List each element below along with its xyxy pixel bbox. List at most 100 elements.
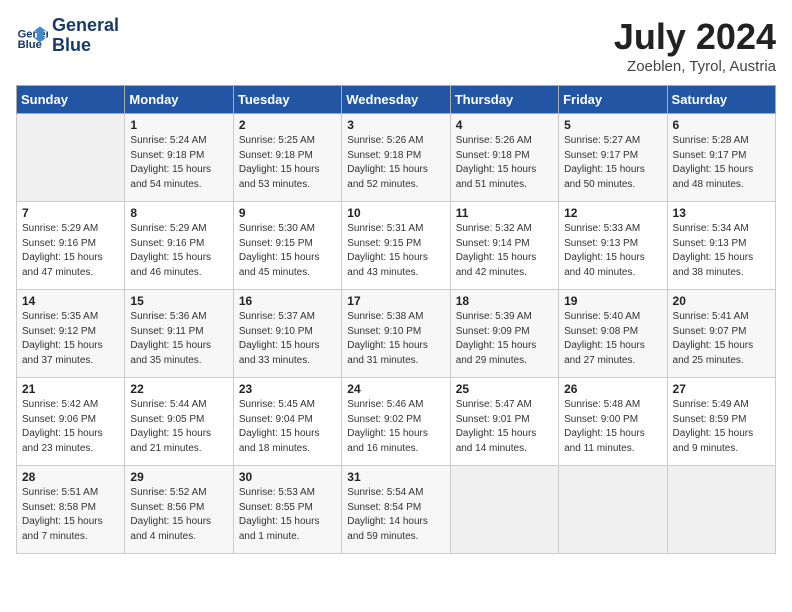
day-number: 2 xyxy=(239,118,336,132)
calendar-cell: 6 Sunrise: 5:28 AM Sunset: 9:17 PM Daylig… xyxy=(667,114,775,202)
calendar-header-row: SundayMondayTuesdayWednesdayThursdayFrid… xyxy=(17,86,776,114)
day-info: Sunrise: 5:31 AM Sunset: 9:15 PM Dayligh… xyxy=(347,222,444,280)
day-info: Sunrise: 5:38 AM Sunset: 9:10 PM Dayligh… xyxy=(347,310,444,368)
header-day-wednesday: Wednesday xyxy=(342,86,450,114)
day-info: Sunrise: 5:26 AM Sunset: 9:18 PM Dayligh… xyxy=(456,134,553,192)
calendar-cell: 20 Sunrise: 5:41 AM Sunset: 9:07 PM Dayli… xyxy=(667,290,775,378)
day-info: Sunrise: 5:29 AM Sunset: 9:16 PM Dayligh… xyxy=(130,222,227,280)
day-number: 6 xyxy=(673,118,770,132)
day-info: Sunrise: 5:26 AM Sunset: 9:18 PM Dayligh… xyxy=(347,134,444,192)
day-info: Sunrise: 5:48 AM Sunset: 9:00 PM Dayligh… xyxy=(564,398,661,456)
day-number: 12 xyxy=(564,206,661,220)
logo: General Blue General Blue xyxy=(16,16,119,56)
day-info: Sunrise: 5:25 AM Sunset: 9:18 PM Dayligh… xyxy=(239,134,336,192)
day-info: Sunrise: 5:42 AM Sunset: 9:06 PM Dayligh… xyxy=(22,398,119,456)
day-number: 18 xyxy=(456,294,553,308)
day-number: 30 xyxy=(239,470,336,484)
day-number: 11 xyxy=(456,206,553,220)
day-number: 23 xyxy=(239,382,336,396)
day-info: Sunrise: 5:34 AM Sunset: 9:13 PM Dayligh… xyxy=(673,222,770,280)
day-info: Sunrise: 5:29 AM Sunset: 9:16 PM Dayligh… xyxy=(22,222,119,280)
day-number: 14 xyxy=(22,294,119,308)
day-info: Sunrise: 5:32 AM Sunset: 9:14 PM Dayligh… xyxy=(456,222,553,280)
day-info: Sunrise: 5:54 AM Sunset: 8:54 PM Dayligh… xyxy=(347,486,444,544)
calendar-cell: 13 Sunrise: 5:34 AM Sunset: 9:13 PM Dayli… xyxy=(667,202,775,290)
day-info: Sunrise: 5:52 AM Sunset: 8:56 PM Dayligh… xyxy=(130,486,227,544)
calendar-body: 1 Sunrise: 5:24 AM Sunset: 9:18 PM Daylig… xyxy=(17,114,776,554)
day-info: Sunrise: 5:36 AM Sunset: 9:11 PM Dayligh… xyxy=(130,310,227,368)
calendar-week-4: 28Sunrise: 5:51 AM Sunset: 8:58 PM Dayli… xyxy=(17,466,776,554)
calendar-cell: 24Sunrise: 5:46 AM Sunset: 9:02 PM Dayli… xyxy=(342,378,450,466)
header-day-monday: Monday xyxy=(125,86,233,114)
calendar-cell: 5 Sunrise: 5:27 AM Sunset: 9:17 PM Daylig… xyxy=(559,114,667,202)
day-info: Sunrise: 5:28 AM Sunset: 9:17 PM Dayligh… xyxy=(673,134,770,192)
day-number: 8 xyxy=(130,206,227,220)
logo-text: General Blue xyxy=(52,16,119,56)
calendar-cell: 4 Sunrise: 5:26 AM Sunset: 9:18 PM Daylig… xyxy=(450,114,558,202)
title-block: July 2024 Zoeblen, Tyrol, Austria xyxy=(614,16,776,75)
calendar-cell: 2 Sunrise: 5:25 AM Sunset: 9:18 PM Daylig… xyxy=(233,114,341,202)
day-info: Sunrise: 5:46 AM Sunset: 9:02 PM Dayligh… xyxy=(347,398,444,456)
day-number: 5 xyxy=(564,118,661,132)
calendar-cell: 23 Sunrise: 5:45 AM Sunset: 9:04 PM Dayli… xyxy=(233,378,341,466)
day-number: 7 xyxy=(22,206,119,220)
day-info: Sunrise: 5:44 AM Sunset: 9:05 PM Dayligh… xyxy=(130,398,227,456)
calendar-cell: 18 Sunrise: 5:39 AM Sunset: 9:09 PM Dayli… xyxy=(450,290,558,378)
day-number: 4 xyxy=(456,118,553,132)
day-number: 28 xyxy=(22,470,119,484)
day-info: Sunrise: 5:39 AM Sunset: 9:09 PM Dayligh… xyxy=(456,310,553,368)
header: General Blue General Blue July 2024 Zoeb… xyxy=(16,16,776,75)
calendar-cell: 17 Sunrise: 5:38 AM Sunset: 9:10 PM Dayli… xyxy=(342,290,450,378)
location: Zoeblen, Tyrol, Austria xyxy=(614,58,776,75)
calendar-cell: 11 Sunrise: 5:32 AM Sunset: 9:14 PM Dayli… xyxy=(450,202,558,290)
header-day-tuesday: Tuesday xyxy=(233,86,341,114)
day-info: Sunrise: 5:40 AM Sunset: 9:08 PM Dayligh… xyxy=(564,310,661,368)
day-number: 29 xyxy=(130,470,227,484)
day-number: 13 xyxy=(673,206,770,220)
calendar-cell: 25Sunrise: 5:47 AM Sunset: 9:01 PM Dayli… xyxy=(450,378,558,466)
calendar-cell: 29 Sunrise: 5:52 AM Sunset: 8:56 PM Dayli… xyxy=(125,466,233,554)
calendar-cell: 28Sunrise: 5:51 AM Sunset: 8:58 PM Dayli… xyxy=(17,466,125,554)
day-info: Sunrise: 5:35 AM Sunset: 9:12 PM Dayligh… xyxy=(22,310,119,368)
calendar-cell: 16Sunrise: 5:37 AM Sunset: 9:10 PM Dayli… xyxy=(233,290,341,378)
calendar-cell: 3Sunrise: 5:26 AM Sunset: 9:18 PM Daylig… xyxy=(342,114,450,202)
calendar-cell: 12Sunrise: 5:33 AM Sunset: 9:13 PM Dayli… xyxy=(559,202,667,290)
day-number: 17 xyxy=(347,294,444,308)
day-info: Sunrise: 5:41 AM Sunset: 9:07 PM Dayligh… xyxy=(673,310,770,368)
calendar-cell: 1 Sunrise: 5:24 AM Sunset: 9:18 PM Daylig… xyxy=(125,114,233,202)
day-number: 19 xyxy=(564,294,661,308)
header-day-thursday: Thursday xyxy=(450,86,558,114)
day-number: 1 xyxy=(130,118,227,132)
calendar-week-2: 14 Sunrise: 5:35 AM Sunset: 9:12 PM Dayli… xyxy=(17,290,776,378)
day-info: Sunrise: 5:47 AM Sunset: 9:01 PM Dayligh… xyxy=(456,398,553,456)
day-number: 22 xyxy=(130,382,227,396)
day-number: 16 xyxy=(239,294,336,308)
calendar-cell: 9 Sunrise: 5:30 AM Sunset: 9:15 PM Daylig… xyxy=(233,202,341,290)
calendar-cell: 30 Sunrise: 5:53 AM Sunset: 8:55 PM Dayli… xyxy=(233,466,341,554)
calendar-cell xyxy=(559,466,667,554)
day-number: 31 xyxy=(347,470,444,484)
calendar-week-3: 21Sunrise: 5:42 AM Sunset: 9:06 PM Dayli… xyxy=(17,378,776,466)
header-day-sunday: Sunday xyxy=(17,86,125,114)
day-number: 15 xyxy=(130,294,227,308)
calendar-cell: 19 Sunrise: 5:40 AM Sunset: 9:08 PM Dayli… xyxy=(559,290,667,378)
calendar-cell: 26 Sunrise: 5:48 AM Sunset: 9:00 PM Dayli… xyxy=(559,378,667,466)
calendar-cell xyxy=(667,466,775,554)
calendar-cell xyxy=(450,466,558,554)
day-number: 20 xyxy=(673,294,770,308)
calendar-cell: 10Sunrise: 5:31 AM Sunset: 9:15 PM Dayli… xyxy=(342,202,450,290)
calendar-cell: 21Sunrise: 5:42 AM Sunset: 9:06 PM Dayli… xyxy=(17,378,125,466)
day-info: Sunrise: 5:30 AM Sunset: 9:15 PM Dayligh… xyxy=(239,222,336,280)
calendar-cell: 15 Sunrise: 5:36 AM Sunset: 9:11 PM Dayli… xyxy=(125,290,233,378)
day-number: 9 xyxy=(239,206,336,220)
calendar-cell: 27Sunrise: 5:49 AM Sunset: 8:59 PM Dayli… xyxy=(667,378,775,466)
calendar-cell: 22 Sunrise: 5:44 AM Sunset: 9:05 PM Dayli… xyxy=(125,378,233,466)
day-info: Sunrise: 5:53 AM Sunset: 8:55 PM Dayligh… xyxy=(239,486,336,544)
calendar-cell: 14 Sunrise: 5:35 AM Sunset: 9:12 PM Dayli… xyxy=(17,290,125,378)
day-info: Sunrise: 5:27 AM Sunset: 9:17 PM Dayligh… xyxy=(564,134,661,192)
calendar-cell: 8 Sunrise: 5:29 AM Sunset: 9:16 PM Daylig… xyxy=(125,202,233,290)
logo-icon: General Blue xyxy=(16,20,48,52)
day-info: Sunrise: 5:45 AM Sunset: 9:04 PM Dayligh… xyxy=(239,398,336,456)
day-number: 26 xyxy=(564,382,661,396)
day-info: Sunrise: 5:24 AM Sunset: 9:18 PM Dayligh… xyxy=(130,134,227,192)
